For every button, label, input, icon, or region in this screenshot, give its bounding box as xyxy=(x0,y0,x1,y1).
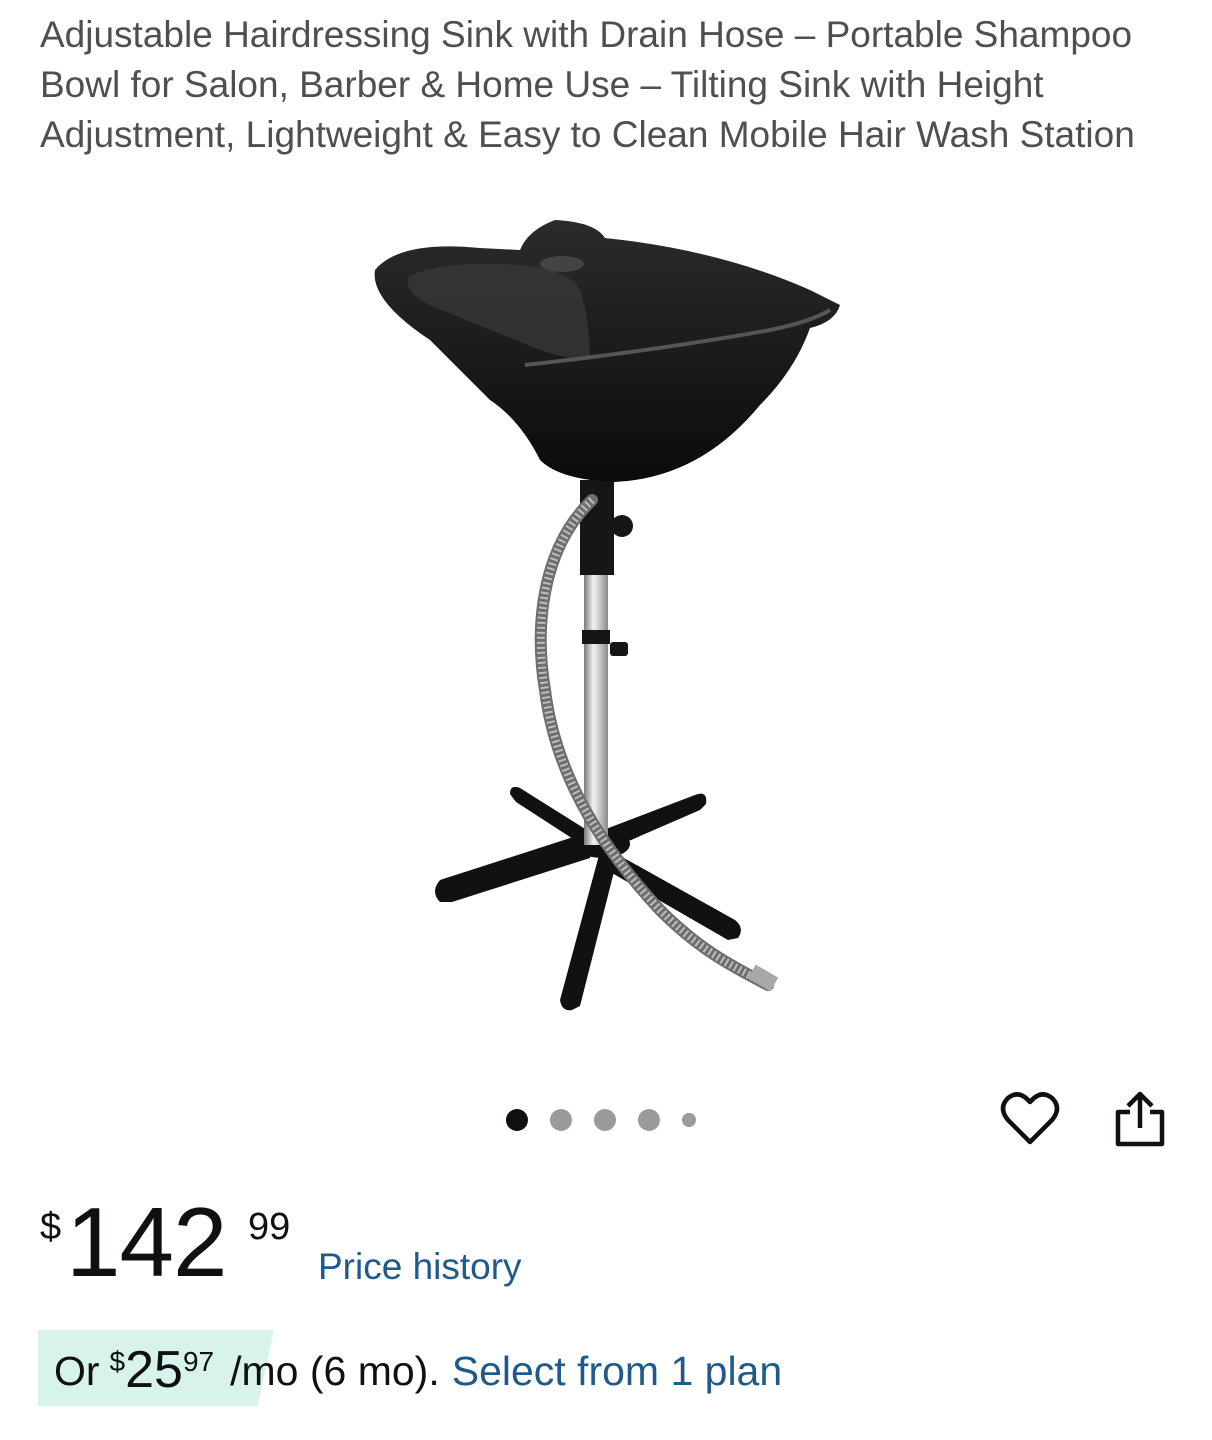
carousel-dot[interactable] xyxy=(638,1109,660,1131)
installment-term: /mo (6 mo). xyxy=(230,1348,440,1394)
price-whole: 142 xyxy=(66,1187,228,1297)
installment-fraction: 97 xyxy=(182,1346,215,1377)
share-icon[interactable] xyxy=(1112,1090,1168,1150)
select-plan-link[interactable]: Select from 1 plan xyxy=(452,1348,782,1394)
carousel-dot[interactable] xyxy=(506,1109,528,1131)
heart-outline-icon[interactable] xyxy=(1000,1090,1060,1148)
installment-offer: Or $2597/mo (6 mo). Select from 1 plan xyxy=(54,1340,782,1400)
product-image[interactable] xyxy=(340,210,880,1030)
installment-prefix: Or xyxy=(54,1348,100,1394)
image-carousel-dots[interactable] xyxy=(506,1106,718,1134)
installment-whole: 25 xyxy=(125,1341,183,1399)
carousel-dot[interactable] xyxy=(682,1113,696,1127)
installment-currency: $ xyxy=(109,1346,126,1377)
price-currency: $ xyxy=(40,1206,62,1248)
price-history-link[interactable]: Price history xyxy=(318,1246,522,1288)
product-title: Adjustable Hairdressing Sink with Drain … xyxy=(40,14,1135,155)
carousel-dot[interactable] xyxy=(550,1109,572,1131)
price-fraction: 99 xyxy=(248,1206,291,1248)
carousel-dot[interactable] xyxy=(594,1109,616,1131)
